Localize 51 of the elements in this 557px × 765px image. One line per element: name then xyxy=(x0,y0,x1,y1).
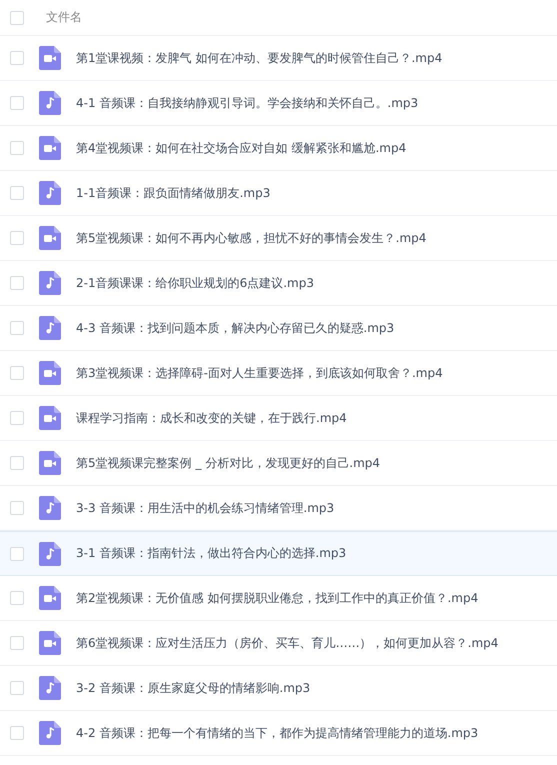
checkbox[interactable] xyxy=(10,501,24,515)
file-name[interactable]: 3-1 音频课：指南针法，做出符合内心的选择.mp3 xyxy=(76,545,346,562)
checkbox[interactable] xyxy=(10,231,24,245)
music-file-icon xyxy=(39,496,61,520)
file-name[interactable]: 第5堂视频课：如何不再内心敏感，担忧不好的事情会发生？.mp4 xyxy=(76,230,426,246)
checkbox[interactable] xyxy=(10,546,24,560)
video-file-icon xyxy=(39,46,61,70)
checkbox[interactable] xyxy=(10,591,24,605)
checkbox[interactable] xyxy=(10,10,24,24)
checkbox[interactable] xyxy=(10,51,24,65)
checkbox[interactable] xyxy=(10,276,24,290)
video-file-icon xyxy=(39,361,61,385)
video-file-icon xyxy=(39,631,61,655)
video-file-icon xyxy=(39,226,61,250)
file-name[interactable]: 4-3 音频课：找到问题本质，解决内心存留已久的疑惑.mp3 xyxy=(76,320,394,336)
checkbox[interactable] xyxy=(10,636,24,650)
music-file-icon xyxy=(39,91,61,115)
video-file-icon xyxy=(39,451,61,475)
file-name[interactable]: 3-2 音频课：原生家庭父母的情绪影响.mp3 xyxy=(76,680,310,696)
file-name[interactable]: 4-2 音频课：把每一个有情绪的当下，都作为提高情绪管理能力的道场.mp3 xyxy=(76,724,478,742)
checkbox[interactable] xyxy=(10,186,24,200)
checkbox[interactable] xyxy=(10,321,24,335)
music-file-icon xyxy=(39,542,61,566)
music-file-icon xyxy=(39,721,61,745)
checkbox[interactable] xyxy=(10,726,24,740)
file-name[interactable]: 3-3 音频课：用生活中的机会练习情绪管理.mp3 xyxy=(76,500,334,516)
file-name[interactable]: 第5堂视频课完整案例 _ 分析对比，发现更好的自己.mp4 xyxy=(76,454,380,472)
file-name[interactable]: 1-1音频课：跟负面情绪做朋友.mp3 xyxy=(76,184,270,202)
column-header: 文件名 xyxy=(46,9,82,26)
file-name[interactable]: 第3堂视频课：选择障碍-面对人生重要选择，到底该如何取舍？.mp4 xyxy=(76,364,443,382)
music-file-icon xyxy=(39,181,61,205)
video-file-icon xyxy=(39,586,61,610)
checkbox[interactable] xyxy=(10,681,24,695)
checkbox[interactable] xyxy=(10,141,24,155)
video-file-icon xyxy=(39,136,61,160)
checkbox[interactable] xyxy=(10,411,24,425)
file-name[interactable]: 课程学习指南：成长和改变的关键，在于践行.mp4 xyxy=(76,410,347,426)
checkbox[interactable] xyxy=(10,456,24,470)
file-name[interactable]: 第1堂课视频：发脾气 如何在冲动、要发脾气的时候管住自己？.mp4 xyxy=(76,50,442,66)
music-file-icon xyxy=(39,271,61,295)
music-file-icon xyxy=(39,316,61,340)
file-name[interactable]: 第4堂视频课：如何在社交场合应对自如 缓解紧张和尴尬.mp4 xyxy=(76,140,406,156)
file-name[interactable]: 第2堂视频课：无价值感 如何摆脱职业倦怠，找到工作中的真正价值？.mp4 xyxy=(76,590,478,606)
file-name[interactable]: 4-1 音频课：自我接纳静观引导词。学会接纳和关怀自己。.mp3 xyxy=(76,94,418,112)
highlighted-row[interactable]: 3-1 音频课：指南针法，做出符合内心的选择.mp3 xyxy=(0,531,557,576)
file-name[interactable]: 2-1音频课课：给你职业规划的6点建议.mp3 xyxy=(76,274,314,292)
checkbox[interactable] xyxy=(10,96,24,110)
checkbox[interactable] xyxy=(10,366,24,380)
music-file-icon xyxy=(39,676,61,700)
file-name[interactable]: 第6堂视频课：应对生活压力（房价、买车、育儿……），如何更加从容？.mp4 xyxy=(76,634,498,652)
video-file-icon xyxy=(39,406,61,430)
